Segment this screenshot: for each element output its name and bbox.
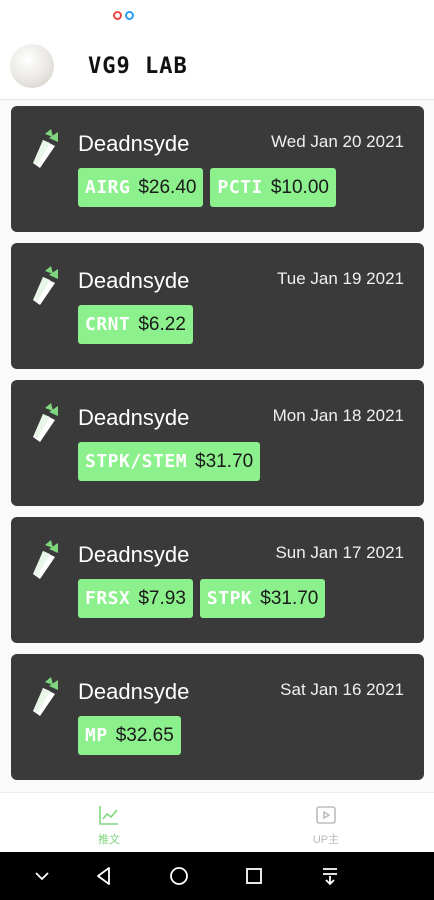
card-date: Sat Jan 16 2021 xyxy=(280,680,404,699)
tweet-card[interactable]: Deadnsyde Tue Jan 19 2021 CRNT $6.22 xyxy=(11,243,424,369)
tab-tweets[interactable]: 推文 xyxy=(69,803,149,847)
card-username: Deadnsyde xyxy=(78,405,190,430)
chart-line-icon xyxy=(99,806,118,825)
card-date: Wed Jan 20 2021 xyxy=(271,132,404,151)
card-date: Mon Jan 18 2021 xyxy=(272,406,404,425)
avatar[interactable] xyxy=(10,44,54,88)
app-screen: VG9 LAB Deadnsyde Wed Jan 20 2021 AIRG $… xyxy=(0,0,434,900)
ticker-symbol: AIRG xyxy=(85,177,131,198)
status-bar xyxy=(0,0,434,34)
tweet-card[interactable]: Deadnsyde Sun Jan 17 2021 FRSX $7.93 STP… xyxy=(11,517,424,643)
notification-icons xyxy=(113,11,134,20)
leek-icon xyxy=(33,403,58,442)
ticker-chip[interactable]: FRSX $7.93 xyxy=(78,579,193,618)
ticker-symbol: STPK xyxy=(206,588,253,609)
back-icon[interactable] xyxy=(92,864,116,888)
ticker-list: CRNT $6.22 xyxy=(78,305,193,344)
ticker-list: MP $32.65 xyxy=(78,716,181,755)
card-date: Tue Jan 19 2021 xyxy=(277,269,404,288)
notifications-pull-icon[interactable] xyxy=(318,864,342,888)
app-title: VG9 LAB xyxy=(88,54,188,79)
ticker-chip[interactable]: CRNT $6.22 xyxy=(78,305,193,344)
card-username: Deadnsyde xyxy=(78,542,190,567)
ticker-price: $10.00 xyxy=(270,176,329,198)
ticker-price: $31.70 xyxy=(260,587,319,609)
notification-icon xyxy=(125,11,134,20)
notification-icon xyxy=(113,11,122,20)
ticker-price: $26.40 xyxy=(138,176,197,198)
card-username: Deadnsyde xyxy=(78,268,190,293)
ticker-chip[interactable]: STPK $31.70 xyxy=(199,579,326,618)
recents-icon[interactable] xyxy=(242,864,266,888)
ticker-price: $32.65 xyxy=(115,724,174,746)
ticker-list: FRSX $7.93 STPK $31.70 xyxy=(78,579,326,618)
leek-icon xyxy=(33,540,58,579)
ticker-symbol: FRSX xyxy=(85,588,131,609)
card-date: Sun Jan 17 2021 xyxy=(275,543,404,562)
leek-icon xyxy=(33,677,58,716)
ticker-symbol: CRNT xyxy=(85,314,131,335)
leek-icon xyxy=(33,266,58,305)
tab-tweets-label: 推文 xyxy=(98,834,120,846)
ticker-symbol: MP xyxy=(85,725,108,746)
tab-uploaders-label: UP主 xyxy=(312,834,340,846)
ticker-chip[interactable]: MP $32.65 xyxy=(78,716,181,755)
ticker-price: $7.93 xyxy=(138,587,186,609)
ticker-price: $6.22 xyxy=(138,313,186,335)
ticker-list: AIRG $26.40 PCTI $10.00 xyxy=(78,168,336,207)
tweet-card[interactable]: Deadnsyde Wed Jan 20 2021 AIRG $26.40 PC… xyxy=(11,106,424,232)
ticker-symbol: PCTI xyxy=(217,177,263,198)
bottom-nav: 推文 UP主 xyxy=(0,792,434,852)
ticker-price: $31.70 xyxy=(195,450,254,472)
tweet-feed[interactable]: Deadnsyde Wed Jan 20 2021 AIRG $26.40 PC… xyxy=(0,100,434,792)
ticker-chip[interactable]: PCTI $10.00 xyxy=(210,168,336,207)
play-icon xyxy=(316,806,336,824)
system-nav-bar xyxy=(0,852,434,900)
chevron-down-icon[interactable] xyxy=(30,864,54,888)
tweet-card[interactable]: Deadnsyde Mon Jan 18 2021 STPK/STEM $31.… xyxy=(11,380,424,506)
ticker-list: STPK/STEM $31.70 xyxy=(78,442,261,481)
ticker-chip[interactable]: AIRG $26.40 xyxy=(78,168,204,207)
tab-uploaders[interactable]: UP主 xyxy=(286,803,366,847)
card-username: Deadnsyde xyxy=(78,131,190,156)
app-header: VG9 LAB xyxy=(0,34,434,100)
home-icon[interactable] xyxy=(167,864,191,888)
ticker-chip[interactable]: STPK/STEM $31.70 xyxy=(78,442,261,481)
card-username: Deadnsyde xyxy=(78,679,190,704)
tweet-card[interactable]: Deadnsyde Sat Jan 16 2021 MP $32.65 xyxy=(11,654,424,780)
ticker-symbol: STPK/STEM xyxy=(85,451,188,472)
leek-icon xyxy=(33,129,58,168)
